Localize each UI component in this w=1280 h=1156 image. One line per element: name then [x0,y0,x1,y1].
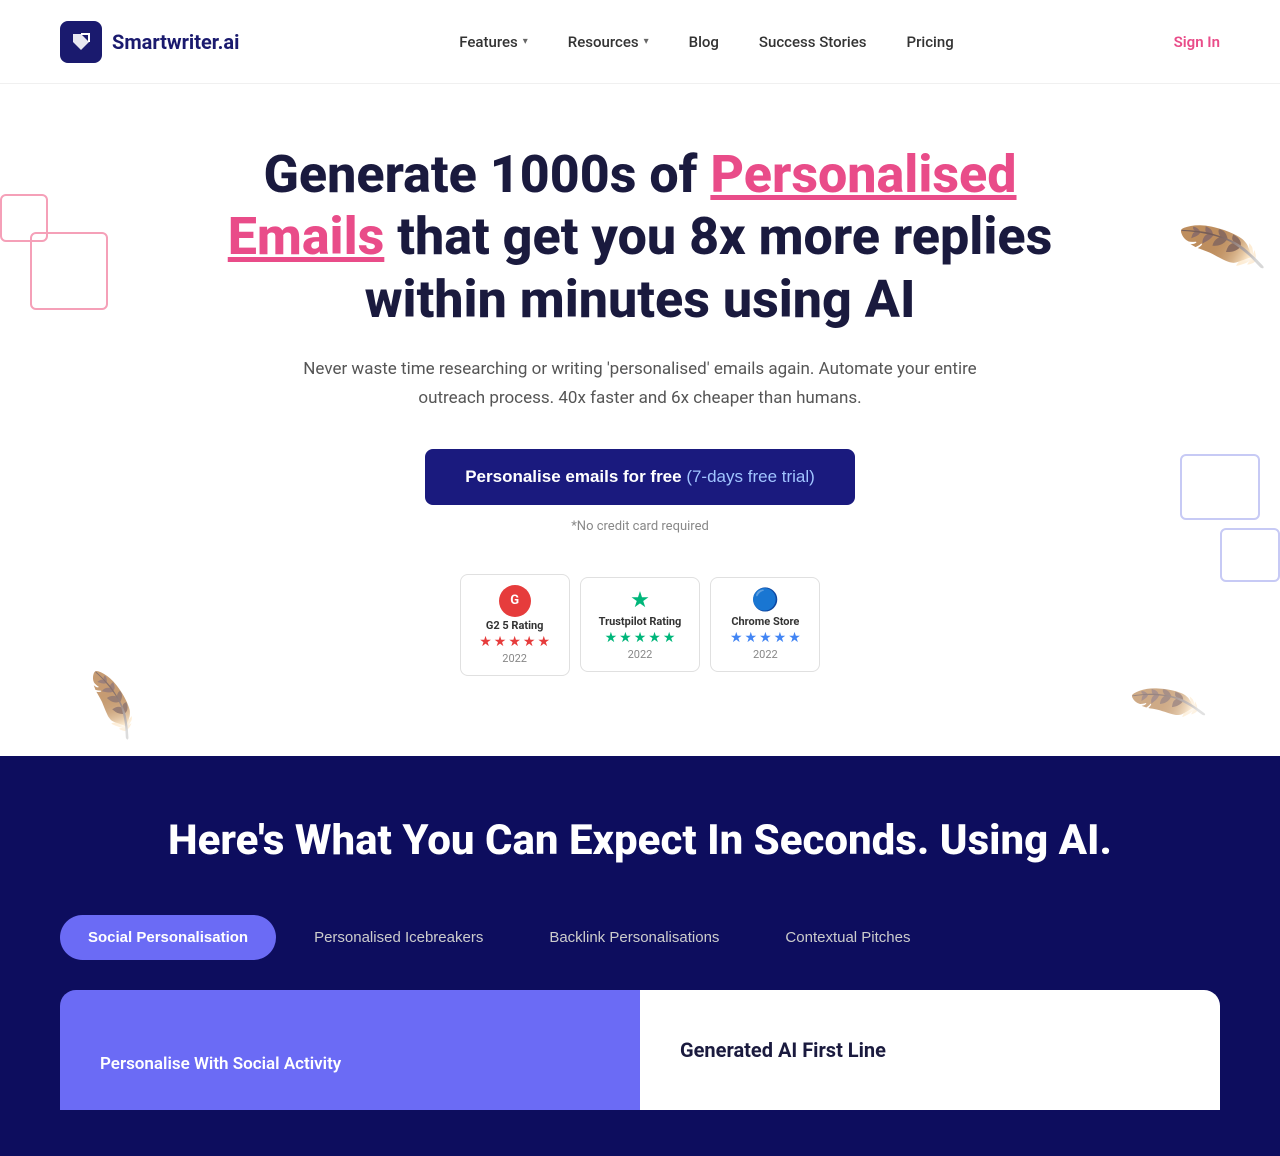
dark-section-title: Here's What You Can Expect In Seconds. U… [60,816,1220,865]
nav-blog[interactable]: Blog [689,33,719,51]
navbar: Smartwriter.ai Features ▾ Resources ▾ Bl… [0,0,1280,84]
feature-tabs: Social Personalisation Personalised Iceb… [60,915,1220,960]
preview-left-label: Personalise With Social Activity [100,1054,600,1074]
chrome-year: 2022 [753,648,778,661]
chrome-label: Chrome Store [731,615,799,628]
chevron-down-icon: ▾ [644,36,649,47]
g2-icon: G [499,585,531,617]
g2-rating-badge: G G2 5 Rating ★★★★★ 2022 [460,574,570,676]
g2-year: 2022 [502,652,527,665]
feature-preview: Personalise With Social Activity Generat… [60,990,1220,1110]
tab-personalised-icebreakers[interactable]: Personalised Icebreakers [286,915,511,960]
chevron-down-icon: ▾ [523,36,528,47]
sign-in-button[interactable]: Sign In [1174,33,1220,51]
g2-stars: ★★★★★ [479,634,550,650]
no-credit-card-text: *No credit card required [571,519,709,534]
chrome-stars: ★★★★★ [730,630,801,646]
trustpilot-icon: ★ [630,588,650,613]
hero-title: Generate 1000s of Personalised Emails th… [190,144,1090,331]
trustpilot-label: Trustpilot Rating [599,615,682,628]
feather-bottom-right-icon: 🪶 [1127,666,1210,747]
tab-social-personalisation[interactable]: Social Personalisation [60,915,276,960]
feather-top-right-icon: 🪶 [1175,203,1269,295]
preview-left-panel: Personalise With Social Activity [60,990,640,1110]
deco-square-tr-2 [1220,528,1280,582]
nav-features[interactable]: Features ▾ [459,33,528,51]
chrome-rating-badge: 🔵 Chrome Store ★★★★★ 2022 [710,577,820,672]
deco-square-large [30,232,108,310]
preview-right-panel: Generated AI First Line [640,990,1220,1110]
hero-subtitle: Never waste time researching or writing … [300,355,980,413]
hero-cta-button[interactable]: Personalise emails for free (7-days free… [425,449,855,505]
deco-square-tr-1 [1180,454,1260,520]
g2-label: G2 5 Rating [486,619,544,632]
hero-section: 🪶 🪶 🪶 Generate 1000s of Personalised Ema… [0,84,1280,756]
nav-pricing[interactable]: Pricing [907,33,954,51]
trustpilot-year: 2022 [628,648,653,661]
logo-text: Smartwriter.ai [112,30,239,54]
deco-squares-top-left [0,194,108,310]
preview-right-label: Generated AI First Line [680,1038,1180,1062]
tab-backlink-personalisations[interactable]: Backlink Personalisations [521,915,747,960]
nav-success-stories[interactable]: Success Stories [759,33,867,51]
chrome-icon: 🔵 [752,588,779,613]
trustpilot-stars: ★★★★★ [605,630,676,646]
logo-link[interactable]: Smartwriter.ai [60,21,239,63]
ratings-row: G G2 5 Rating ★★★★★ 2022 ★ Trustpilot Ra… [460,574,821,676]
dark-section: Here's What You Can Expect In Seconds. U… [0,756,1280,1156]
trustpilot-rating-badge: ★ Trustpilot Rating ★★★★★ 2022 [580,577,701,672]
feather-bottom-left-icon: 🪶 [72,669,150,745]
nav-resources[interactable]: Resources ▾ [568,33,649,51]
nav-list: Features ▾ Resources ▾ Blog Success Stor… [459,33,953,51]
deco-squares-top-right [1160,454,1280,582]
tab-contextual-pitches[interactable]: Contextual Pitches [757,915,938,960]
logo-icon [60,21,102,63]
